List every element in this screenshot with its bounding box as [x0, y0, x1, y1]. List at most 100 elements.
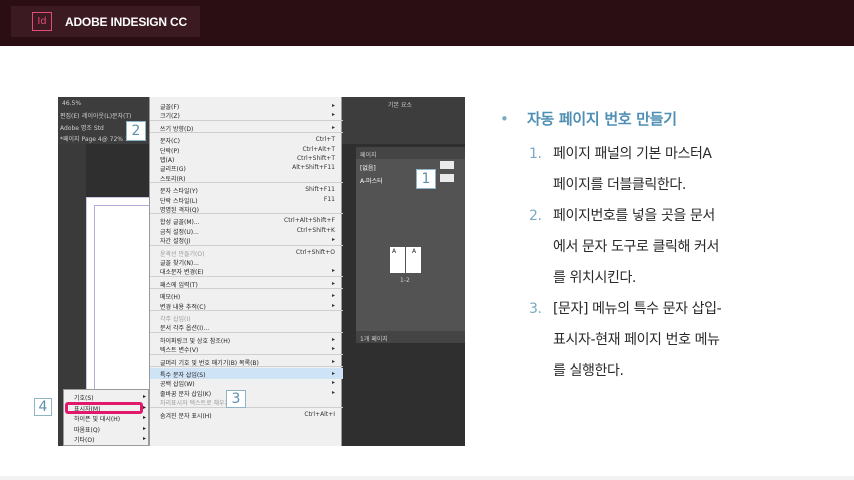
menu-separator: [150, 182, 343, 184]
footer-strip: [0, 476, 854, 480]
submenu-arrow-icon: ▸: [331, 111, 335, 119]
step-text: 페이지 패널의 기본 마스터A 페이지를 더블클릭한다.: [553, 146, 712, 193]
step-text: 페이지번호를 넣을 곳을 문서 에서 문자 도구로 클릭해 커서 를 위치시킨다…: [553, 208, 719, 286]
menu-item-shortcut: F11: [323, 195, 335, 203]
title-bar: Id ADOBE INDESIGN CC: [0, 0, 854, 46]
master-none[interactable]: [없음]: [360, 163, 376, 172]
menu-item-shortcut: Ctrl+Shift+O: [295, 248, 335, 256]
submenu-arrow-icon: ▸: [331, 236, 335, 244]
master-a[interactable]: A-마스터: [360, 176, 383, 185]
callout-1: 1: [416, 169, 436, 189]
highlight-marker: [65, 402, 143, 414]
menu-item-shortcut: Shift+F11: [305, 186, 335, 194]
menu-type[interactable]: 문자(T): [112, 111, 131, 120]
menu-separator: [150, 353, 343, 355]
menu-item-shortcut: Ctrl+Shift+K: [296, 226, 335, 234]
menu-item[interactable]: 명명된 격자(Q): [150, 203, 343, 214]
menu-item[interactable]: 패스에 입력(T) ▸: [150, 278, 343, 289]
document-tab[interactable]: *페이지 Page 4@ 72% 1: [60, 134, 129, 143]
menu-edit[interactable]: 편집(E): [60, 111, 80, 120]
spread-right-label: A: [412, 248, 417, 255]
bullet-icon: •: [500, 110, 509, 128]
brand-title: ADOBE INDESIGN CC: [65, 14, 187, 29]
instructions-heading: 자동 페이지 번호 만들기: [527, 110, 677, 128]
workspace-label[interactable]: 기본 요소: [388, 100, 412, 109]
submenu-arrow-icon: ▸: [142, 435, 146, 442]
menu-item[interactable]: 자간 설정(J) ▸: [150, 234, 343, 245]
master-a-thumb[interactable]: [440, 174, 454, 182]
menu-separator: [150, 288, 343, 290]
indesign-app-icon: Id: [32, 12, 52, 31]
step-number: 3.: [529, 301, 542, 317]
menu-separator: [150, 406, 343, 408]
callout-3: 3: [226, 390, 246, 408]
submenu-item[interactable]: 하이픈 및 대시(H) ▸: [64, 413, 150, 423]
submenu-arrow-icon: ▸: [331, 279, 335, 287]
menu-item: 자리표시자 텍스트로 채우기(M): [150, 396, 343, 407]
submenu-arrow-icon: ▸: [331, 292, 335, 300]
submenu-arrow-icon: ▸: [142, 424, 146, 432]
menu-item[interactable]: 숨겨진 문자 표시(H) Ctrl+Alt+I: [150, 409, 343, 420]
brand-box: Id ADOBE INDESIGN CC: [11, 6, 200, 37]
submenu-arrow-icon: ▸: [331, 102, 335, 109]
menu-item[interactable]: 문서 각주 옵션(I)...: [150, 321, 343, 332]
menu-item-shortcut: Ctrl+Alt+I: [304, 410, 335, 418]
menu-item[interactable]: 글머리 기호 및 번호 매기기(B) 목록(B) ▸: [150, 356, 343, 367]
submenu-arrow-icon: ▸: [331, 123, 335, 131]
submenu-item[interactable]: 따옴표(Q) ▸: [64, 424, 150, 434]
step-number: 2.: [529, 208, 542, 224]
submenu-item-label: 기호(S): [74, 395, 94, 402]
menu-item[interactable]: 변경 내용 추적(C) ▸: [150, 300, 343, 311]
menu-separator: [150, 310, 343, 311]
menu-layout[interactable]: 레이아웃(L): [82, 111, 112, 120]
menu-item[interactable]: 크기(Z) ▸: [150, 109, 343, 120]
menu-item-shortcut: Ctrl+Alt+Shift+F: [284, 217, 335, 225]
master-none-thumb[interactable]: [440, 161, 454, 169]
submenu-arrow-icon: ▸: [142, 414, 146, 421]
menu-item[interactable]: 대소문자 변경(E) ▸: [150, 265, 343, 276]
submenu-arrow-icon: ▸: [331, 388, 335, 396]
menu-item[interactable]: 텍스트 변수(V) ▸: [150, 343, 343, 354]
submenu-item[interactable]: 기호(S) ▸: [64, 392, 150, 402]
submenu-arrow-icon: ▸: [331, 345, 335, 353]
menu-item[interactable]: 스토리(R): [150, 172, 343, 183]
submenu-item-label: 기타(O): [74, 437, 95, 444]
submenu-item-label: 따옴표(Q): [74, 426, 100, 434]
pages-panel: 페이지 [없음] A-마스터 A A 1-2 1개 페이지: [356, 147, 465, 343]
submenu-arrow-icon: ▸: [142, 403, 146, 411]
submenu-arrow-icon: ▸: [331, 379, 335, 387]
submenu-arrow-icon: ▸: [331, 357, 335, 365]
menu-separator: [150, 331, 343, 333]
submenu-arrow-icon: ▸: [331, 267, 335, 275]
pages-panel-header: 페이지: [356, 147, 465, 159]
step-number: 1.: [529, 146, 542, 162]
menu-separator: [150, 213, 343, 215]
menu-separator: [150, 366, 343, 367]
menu-item-shortcut: Ctrl+Shift+T: [296, 155, 335, 162]
menu-item-shortcut: Alt+Shift+F11: [292, 164, 335, 172]
menu-separator: [150, 244, 343, 246]
menu-separator: [150, 119, 343, 121]
submenu-item-label: 하이픈 및 대시(H): [74, 416, 121, 423]
menu-separator: [150, 132, 343, 134]
font-field[interactable]: Adobe 명조 Std: [60, 123, 104, 132]
special-characters-submenu: 기호(S) ▸ 표시자(M) ▸ 하이픈 및 대시(H) ▸ 따옴표(Q) ▸ 기타(O) ▸: [63, 389, 149, 446]
pages-tab[interactable]: 페이지: [360, 150, 377, 159]
indesign-screenshot: 46.5% 편집(E) 레이아웃(L) 문자(T) 기본 요소 Adobe 명조…: [58, 97, 465, 446]
submenu-arrow-icon: ▸: [142, 393, 146, 400]
menu-item-shortcut: Ctrl+T: [315, 136, 335, 144]
menu-item-shortcut: Ctrl+Alt+T: [302, 145, 335, 153]
page-count: 1개 페이지: [360, 336, 388, 343]
submenu-arrow-icon: ▸: [331, 301, 335, 309]
submenu-arrow-icon: ▸: [331, 370, 335, 377]
zoom-level[interactable]: 46.5%: [62, 100, 81, 107]
menu-item[interactable]: 쓰기 방향(D) ▸: [150, 122, 343, 133]
spread-left-label: A: [392, 248, 397, 255]
submenu-arrow-icon: ▸: [331, 335, 335, 343]
submenu-item[interactable]: 기타(O) ▸: [64, 434, 150, 444]
menu-separator: [150, 275, 343, 277]
callout-4: 4: [34, 398, 52, 416]
spread-number: 1-2: [400, 277, 410, 284]
pages-panel-footer: 1개 페이지: [356, 331, 465, 343]
callout-2: 2: [126, 121, 146, 141]
